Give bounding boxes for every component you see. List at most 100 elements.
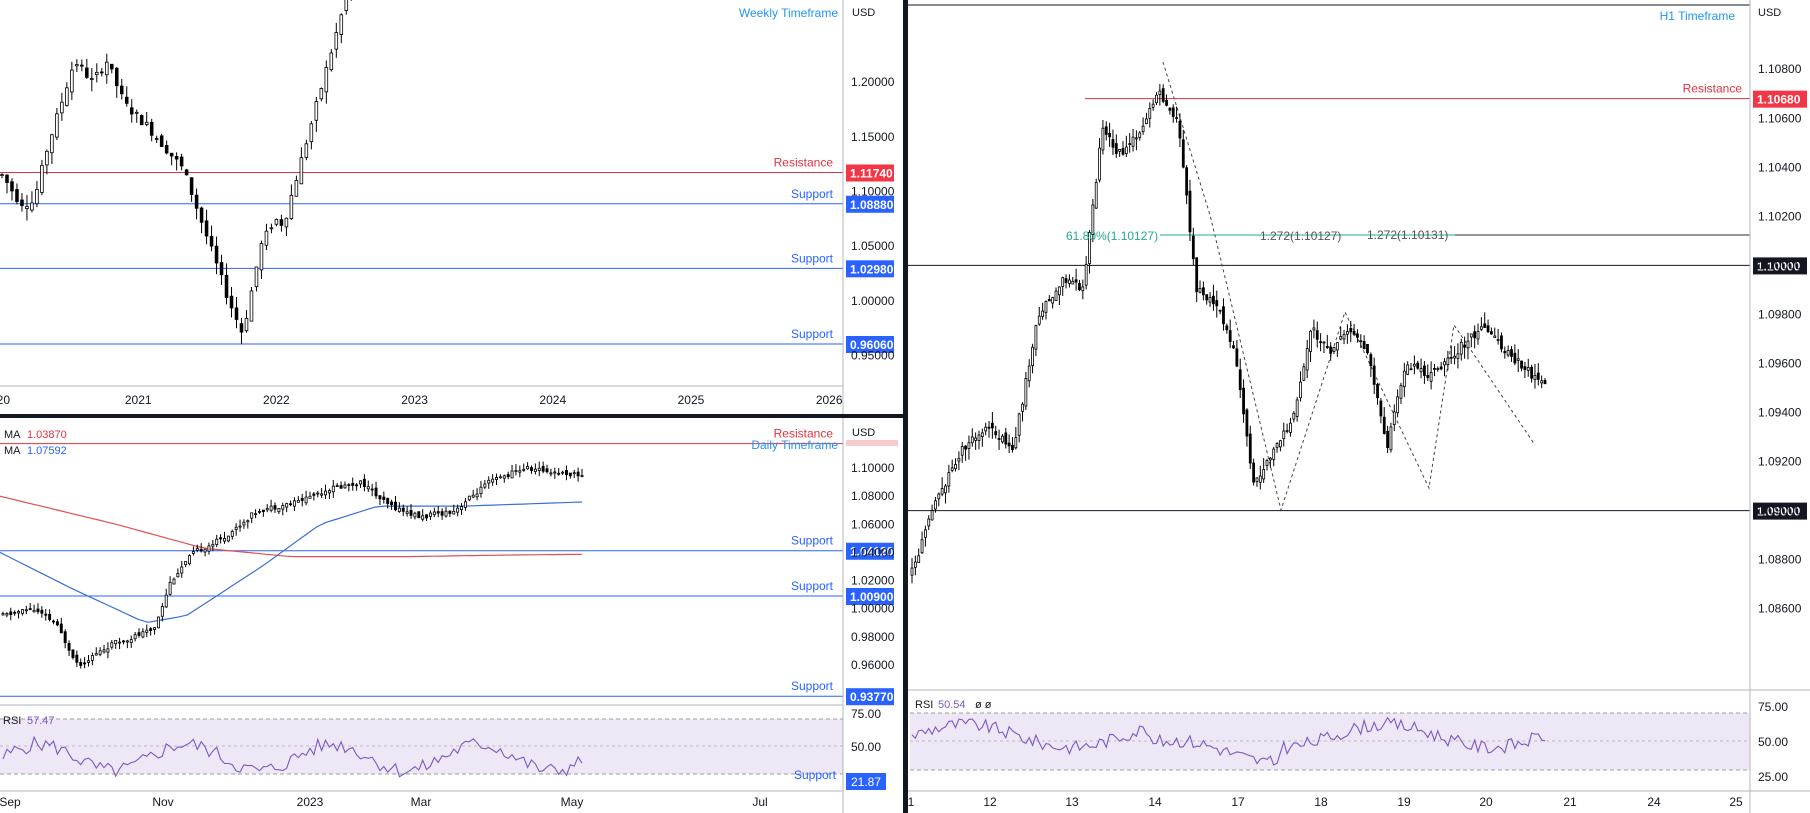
daily-candle bbox=[467, 495, 471, 501]
daily-ma2-value: 1.07592 bbox=[27, 445, 67, 457]
daily-candle bbox=[149, 628, 153, 631]
daily-candle bbox=[133, 634, 137, 640]
h1-candle bbox=[1131, 136, 1135, 147]
weekly-chart-panel[interactable]: Resistance 1.11740 Support 1.08880 Support 1.… bbox=[0, 0, 895, 407]
weekly-candle bbox=[90, 78, 94, 80]
h1-candle bbox=[1356, 333, 1359, 338]
daily-candle bbox=[425, 514, 429, 519]
h1-candle bbox=[1500, 335, 1503, 350]
h1-candle bbox=[1001, 435, 1004, 443]
h1-candle bbox=[1530, 366, 1534, 379]
daily-candle bbox=[324, 490, 327, 496]
daily-price-tick: 1.06000 bbox=[851, 517, 895, 531]
daily-candle bbox=[1, 613, 5, 616]
daily-candle bbox=[44, 613, 48, 616]
h1-level-tag: 1.10680 bbox=[1757, 93, 1801, 107]
daily-level-lines: ResistanceSupport1.04120Support1.00900Su… bbox=[0, 427, 898, 706]
daily-candle bbox=[304, 496, 308, 504]
daily-candle bbox=[374, 487, 378, 497]
daily-rsi-tick-75: 75.00 bbox=[851, 707, 881, 721]
daily-level-label: Support bbox=[791, 579, 834, 593]
daily-candle bbox=[335, 485, 339, 487]
daily-candle bbox=[327, 490, 331, 494]
weekly-candle bbox=[204, 220, 209, 237]
daily-price-tick: 1.04000 bbox=[851, 545, 895, 559]
h1-candle bbox=[1503, 351, 1507, 354]
h1-candle bbox=[1118, 149, 1122, 152]
weekly-candle bbox=[144, 121, 149, 125]
daily-candle bbox=[238, 525, 242, 528]
daily-candle bbox=[5, 613, 9, 616]
daily-candle bbox=[289, 503, 293, 506]
daily-candle bbox=[90, 655, 94, 661]
daily-candle bbox=[448, 510, 452, 514]
daily-candle bbox=[180, 566, 184, 574]
weekly-time-tick: 2022 bbox=[263, 393, 290, 407]
h1-candle bbox=[1252, 462, 1256, 483]
daily-price-axis[interactable]: 1.10000 1.08000 1.06000 1.04000 1.02000 1.000… bbox=[851, 461, 895, 672]
h1-time-tick: 12 bbox=[983, 795, 997, 809]
daily-candle bbox=[188, 555, 191, 565]
daily-candle bbox=[20, 609, 24, 614]
h1-price-axis[interactable]: 1.10800 1.10600 1.10400 1.10200 1.10000 1.098… bbox=[1758, 62, 1802, 615]
daily-candle bbox=[580, 475, 584, 477]
h1-candle bbox=[1017, 413, 1021, 436]
h1-candle bbox=[1362, 341, 1366, 350]
h1-fib-label-2: 1.272(1.10127) bbox=[1260, 229, 1341, 243]
weekly-candle bbox=[224, 274, 229, 298]
h1-time-axis[interactable]: 1 12 13 14 17 18 19 20 21 24 25 bbox=[908, 795, 1743, 809]
weekly-candle bbox=[259, 243, 264, 271]
h1-candle bbox=[1285, 430, 1289, 432]
daily-price-tick: 1.08000 bbox=[851, 489, 895, 503]
daily-candle bbox=[281, 505, 285, 510]
h1-candle bbox=[1265, 460, 1269, 467]
weekly-candle bbox=[149, 121, 154, 136]
h1-price-tick: 1.09000 bbox=[1758, 504, 1802, 518]
daily-time-axis[interactable]: Sep Nov 2023 Mar May Jul bbox=[0, 795, 768, 809]
daily-chart-panel[interactable]: ResistanceSupport1.04120Support1.00900Su… bbox=[0, 427, 898, 809]
h1-price-tick: 1.08800 bbox=[1758, 553, 1802, 567]
weekly-candle bbox=[279, 219, 284, 226]
weekly-candle bbox=[164, 145, 169, 154]
weekly-candle bbox=[0, 174, 4, 176]
horizontal-divider bbox=[0, 414, 906, 418]
daily-time-tick: Sep bbox=[0, 795, 21, 809]
h1-rsi-panel[interactable]: RSI 50.54 ø ø 75.00 50.00 25.00 bbox=[910, 699, 1788, 784]
h1-rsi-extra: ø ø bbox=[975, 699, 992, 711]
h1-rsi-value: 50.54 bbox=[938, 699, 966, 711]
daily-candle bbox=[514, 470, 518, 472]
h1-candle bbox=[1064, 278, 1068, 283]
weekly-candle bbox=[239, 323, 244, 333]
daily-time-tick: 2023 bbox=[297, 795, 324, 809]
daily-candle bbox=[378, 495, 382, 500]
h1-time-tick: 21 bbox=[1563, 795, 1577, 809]
weekly-candle bbox=[30, 202, 34, 211]
weekly-candle bbox=[109, 63, 114, 70]
weekly-price-axis[interactable]: 1.20000 1.15000 1.10000 1.05000 1.00000 0.950… bbox=[851, 75, 895, 362]
h1-candle bbox=[1078, 283, 1081, 291]
daily-candle bbox=[491, 478, 495, 483]
daily-price-tick: 0.98000 bbox=[851, 630, 895, 644]
weekly-level-label: Resistance bbox=[774, 156, 834, 170]
weekly-candle bbox=[154, 138, 159, 140]
daily-rsi-panel[interactable]: RSI 57.47 75.00 50.00 21.87 Support bbox=[0, 707, 886, 790]
h1-candles bbox=[910, 84, 1547, 584]
h1-candle bbox=[1255, 477, 1259, 482]
h1-chart-panel[interactable]: Resistance 1.10680 1.10000 1.09000 H1 Timef… bbox=[908, 7, 1807, 809]
weekly-level-tag: 1.08880 bbox=[850, 198, 894, 212]
daily-candle bbox=[118, 641, 122, 644]
h1-candle bbox=[1138, 132, 1142, 138]
daily-time-tick: Jul bbox=[752, 795, 767, 809]
daily-candle bbox=[258, 511, 261, 513]
h1-candle bbox=[910, 567, 914, 576]
daily-candle bbox=[347, 484, 351, 487]
h1-candle bbox=[1533, 375, 1537, 380]
weekly-price-tick: 1.20000 bbox=[851, 75, 895, 89]
weekly-candle bbox=[25, 206, 29, 209]
h1-price-tick: 1.09800 bbox=[1758, 307, 1802, 321]
h1-candle bbox=[1409, 368, 1413, 371]
daily-candle bbox=[98, 650, 102, 655]
weekly-time-axis[interactable]: 020 2021 2022 2023 2024 2025 2026 bbox=[0, 393, 843, 407]
daily-price-tick: 1.02000 bbox=[851, 574, 895, 588]
daily-candle bbox=[463, 501, 467, 508]
